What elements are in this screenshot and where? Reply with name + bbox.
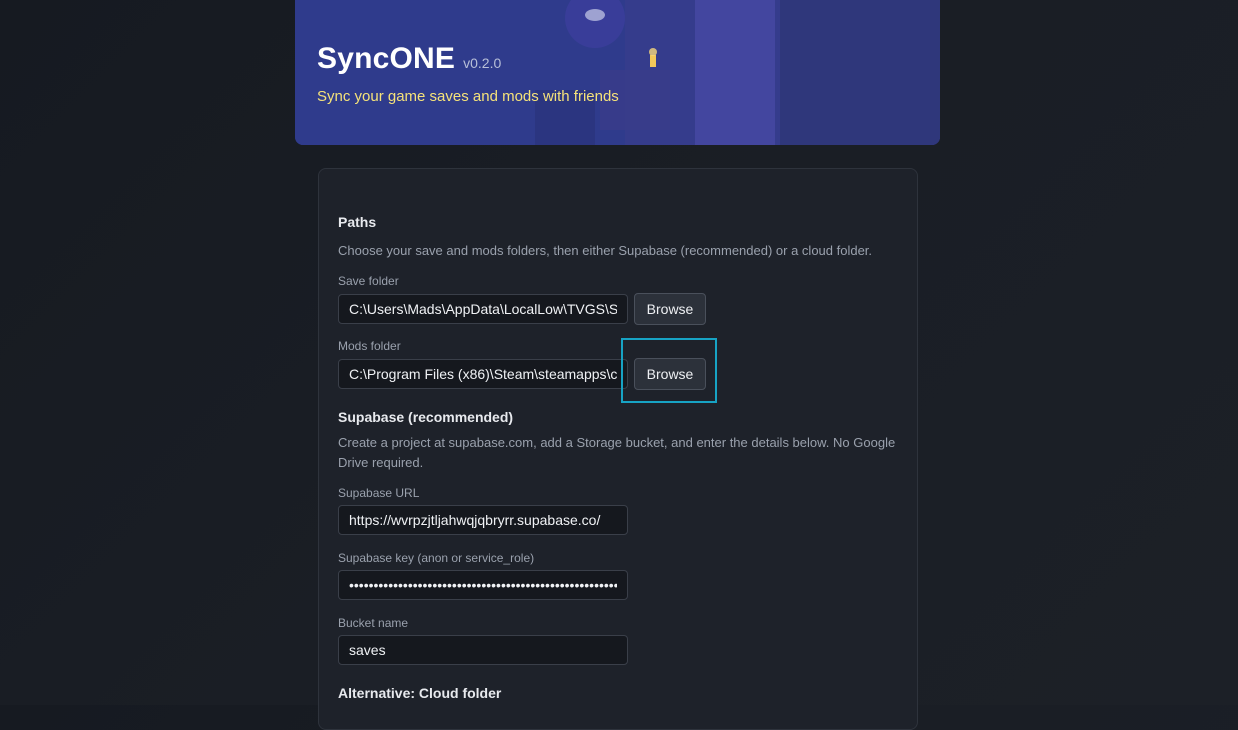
paths-description: Choose your save and mods folders, then …	[338, 243, 873, 258]
focus-highlight	[621, 338, 717, 403]
app-header: SyncONE v0.2.0 Sync your game saves and …	[295, 0, 940, 145]
app-title: SyncONE	[317, 42, 456, 75]
settings-panel: Paths Choose your save and mods folders,…	[318, 168, 918, 730]
supabase-url-label: Supabase URL	[338, 486, 420, 500]
supabase-description: Create a project at supabase.com, add a …	[338, 435, 896, 470]
mods-folder-input[interactable]	[338, 359, 628, 389]
save-folder-label: Save folder	[338, 274, 399, 288]
save-folder-browse-button[interactable]: Browse	[634, 293, 706, 325]
paths-section-title: Paths	[338, 214, 377, 230]
bucket-name-input[interactable]	[338, 635, 628, 665]
mods-folder-label: Mods folder	[338, 339, 401, 353]
app-tagline: Sync your game saves and mods with frien…	[317, 88, 619, 105]
app-version: v0.2.0	[463, 55, 502, 71]
bucket-name-label: Bucket name	[338, 616, 409, 630]
save-folder-input[interactable]	[338, 294, 628, 324]
supabase-key-input[interactable]	[338, 570, 628, 600]
supabase-key-label: Supabase key (anon or service_role)	[338, 551, 535, 565]
cloud-folder-section-title: Alternative: Cloud folder	[338, 685, 502, 701]
title-row: SyncONE v0.2.0	[317, 42, 501, 76]
supabase-url-input[interactable]	[338, 505, 628, 535]
supabase-section-title: Supabase (recommended)	[338, 409, 514, 425]
